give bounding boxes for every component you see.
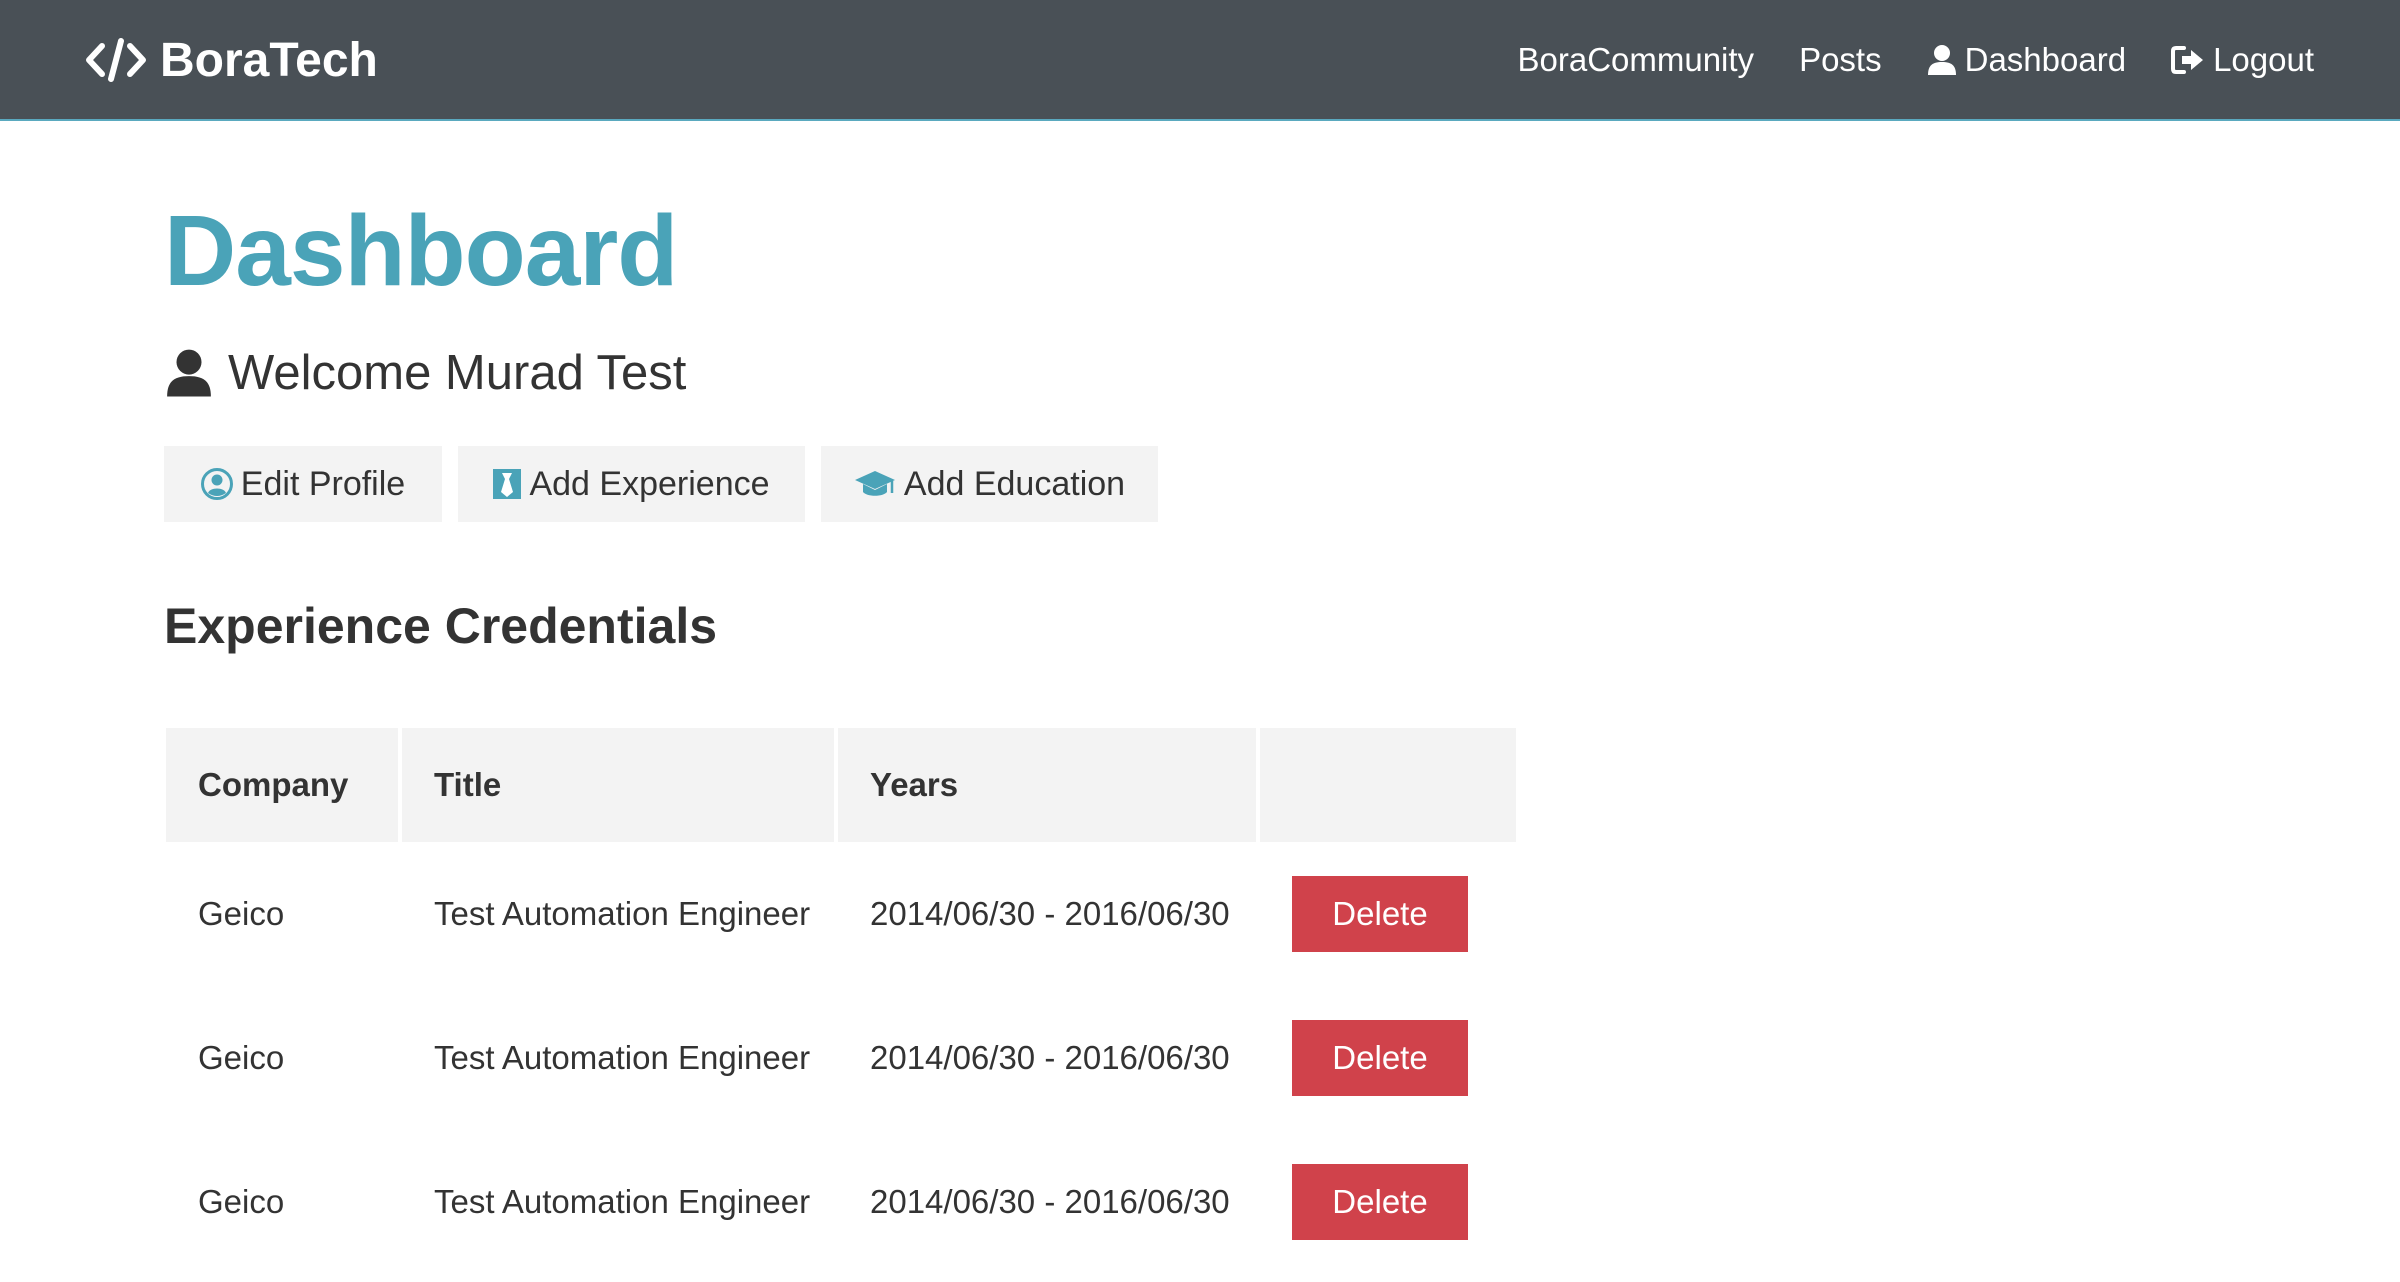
- add-experience-button[interactable]: Add Experience: [458, 446, 805, 522]
- delete-button[interactable]: Delete: [1292, 876, 1468, 952]
- column-header-years: Years: [838, 728, 1256, 842]
- company-cell: Geico: [198, 1183, 285, 1220]
- user-circle-icon: [200, 468, 233, 500]
- nav-link-label: Dashboard: [1964, 41, 2127, 78]
- edit-profile-button[interactable]: Edit Profile: [164, 446, 442, 522]
- dashboard-actions: Edit Profile Add Experience Add Educatio…: [164, 446, 1174, 522]
- add-experience-label: Add Experience: [529, 464, 770, 503]
- user-icon: [164, 348, 214, 398]
- graduation-cap-icon: [854, 469, 896, 499]
- title-cell: Test Automation Engineer: [434, 1183, 811, 1220]
- nav-links: BoraCommunity Posts Dashboard Logout: [1472, 30, 2314, 90]
- brand-logo-link[interactable]: BoraTech: [86, 30, 378, 90]
- table-row: Geico Test Automation Engineer 2014/06/3…: [166, 842, 1516, 986]
- nav-link-logout[interactable]: Logout: [2171, 41, 2314, 79]
- delete-button[interactable]: Delete: [1292, 1020, 1468, 1096]
- column-header-title: Title: [402, 728, 834, 842]
- navbar: BoraTech BoraCommunity Posts Dashboard L…: [0, 0, 2400, 121]
- column-header-company: Company: [166, 728, 398, 842]
- title-cell: Test Automation Engineer: [434, 1039, 811, 1076]
- experience-section-title: Experience Credentials: [164, 598, 718, 654]
- table-header-row: Company Title Years: [166, 728, 1516, 842]
- nav-link-label: BoraCommunity: [1517, 41, 1755, 78]
- sign-out-icon: [2171, 45, 2205, 75]
- table-row: Geico Test Automation Engineer 2014/06/3…: [166, 1130, 1516, 1274]
- years-cell: 2014/06/30 - 2016/06/30: [870, 1183, 1230, 1220]
- company-cell: Geico: [198, 895, 285, 932]
- table-row: Geico Test Automation Engineer 2014/06/3…: [166, 986, 1516, 1130]
- column-header-actions: [1260, 728, 1516, 842]
- add-education-label: Add Education: [903, 464, 1126, 503]
- experience-table: Company Title Years Geico Test Automatio…: [162, 728, 1520, 1274]
- action-cell: Delete: [1260, 1130, 1516, 1274]
- nav-link-label: Posts: [1799, 41, 1882, 78]
- user-icon: [1927, 44, 1957, 76]
- years-cell: 2014/06/30 - 2016/06/30: [870, 895, 1230, 932]
- nav-link-posts[interactable]: Posts: [1799, 41, 1882, 79]
- edit-profile-label: Edit Profile: [240, 464, 406, 503]
- years-cell: 2014/06/30 - 2016/06/30: [870, 1039, 1230, 1076]
- code-icon: [86, 38, 146, 82]
- welcome-text: Welcome Murad Test: [228, 346, 687, 400]
- black-tie-icon: [493, 469, 522, 499]
- action-cell: Delete: [1260, 986, 1516, 1130]
- title-cell: Test Automation Engineer: [434, 895, 811, 932]
- nav-link-dashboard[interactable]: Dashboard: [1927, 41, 2126, 79]
- action-cell: Delete: [1260, 842, 1516, 986]
- add-education-button[interactable]: Add Education: [821, 446, 1158, 522]
- delete-button[interactable]: Delete: [1292, 1164, 1468, 1240]
- nav-link-label: Logout: [2213, 41, 2314, 78]
- welcome-message: Welcome Murad Test: [164, 343, 686, 403]
- brand-name: BoraTech: [160, 33, 378, 87]
- nav-link-boracommunity[interactable]: BoraCommunity: [1517, 41, 1754, 79]
- page-title: Dashboard: [164, 195, 678, 307]
- company-cell: Geico: [198, 1039, 285, 1076]
